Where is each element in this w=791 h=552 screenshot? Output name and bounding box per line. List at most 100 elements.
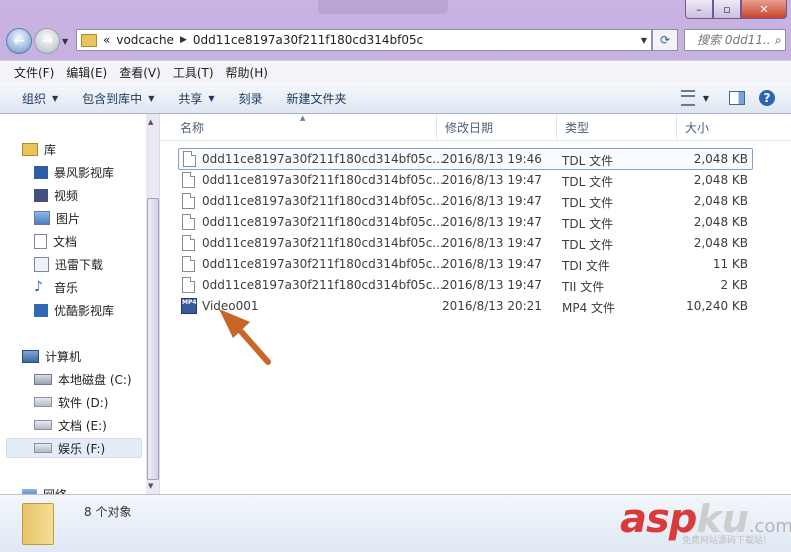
include-library-button[interactable]: 包含到库中 ▼ [70,90,166,107]
folder-icon [22,503,54,545]
window-controls: – ▫ ✕ [685,0,787,20]
file-row[interactable]: MP4 Video001 2016/8/13 20:21 MP4 文件 10,2… [178,296,751,316]
file-row[interactable]: 0dd11ce8197a30f211f180cd314bf05c... 2016… [178,275,751,295]
column-label: 名称 [180,120,205,135]
tree-label: 计算机 [45,349,82,364]
new-folder-button[interactable]: 新建文件夹 [275,90,359,107]
address-dropdown-icon[interactable]: ▼ [641,36,647,45]
tree-item-pictures[interactable]: 图片 [34,208,80,228]
dropdown-arrow-icon: ▼ [208,93,215,103]
file-icon [182,235,195,251]
minimize-button[interactable]: – [685,0,713,19]
search-input[interactable] [695,32,771,48]
maximize-button[interactable]: ▫ [713,0,741,19]
tree-item-baofeng[interactable]: 暴风影视库 [34,162,114,182]
share-button[interactable]: 共享 ▼ [166,90,226,107]
file-date: 2016/8/13 20:21 [442,299,542,313]
menu-view[interactable]: 查看(V) [113,64,167,81]
scroll-up-icon[interactable]: ▲ [148,118,153,126]
folder-icon [81,33,97,47]
tree-item-youku[interactable]: 优酷影视库 [34,300,114,320]
file-date: 2016/8/13 19:47 [442,278,542,292]
tree-item-xunlei[interactable]: 迅雷下载 [34,254,103,274]
organize-button[interactable]: 组织 ▼ [0,90,70,107]
tree-drive-d[interactable]: 软件 (D:) [34,392,108,412]
close-button[interactable]: ✕ [741,0,787,19]
file-type: TDI 文件 [562,259,610,273]
tree-label: 文档 [53,234,78,249]
tree-item-documents[interactable]: 文档 [34,231,77,251]
explorer-window: – ▫ ✕ ← → ▼ « vodcache ▶ 0dd11ce8197a30f… [0,0,791,552]
scrollbar-thumb[interactable] [147,198,159,480]
breadcrumb-overflow[interactable]: « [103,33,110,47]
tree-network[interactable]: 网络 [22,484,67,494]
file-size: 2,048 KB [693,152,748,166]
file-size: 2 KB [720,278,748,292]
file-date: 2016/8/13 19:47 [442,215,542,229]
video-icon [34,188,48,202]
back-button[interactable]: ← [6,28,32,54]
video-library-icon [34,165,48,179]
refresh-button[interactable]: ⟳ [652,29,678,51]
title-bar [318,0,448,14]
tree-label: 软件 (D:) [58,395,109,410]
library-icon [22,142,38,156]
file-name: 0dd11ce8197a30f211f180cd314bf05c... [202,215,444,229]
file-icon [182,172,195,188]
file-row[interactable]: 0dd11ce8197a30f211f180cd314bf05c... 2016… [178,148,753,170]
file-type: MP4 文件 [562,301,616,315]
breadcrumb-current[interactable]: 0dd11ce8197a30f211f180cd314bf05c [193,33,423,47]
tree-item-videos[interactable]: 视频 [34,185,78,205]
search-box[interactable]: ⌕ [684,29,786,51]
include-library-label: 包含到库中 [82,91,143,106]
file-row[interactable]: 0dd11ce8197a30f211f180cd314bf05c... 2016… [178,233,751,253]
file-name: 0dd11ce8197a30f211f180cd314bf05c... [202,152,444,166]
file-name: 0dd11ce8197a30f211f180cd314bf05c... [202,173,444,187]
tree-label: 文档 (E:) [58,418,107,433]
mp4-video-icon: MP4 [181,298,197,314]
menu-help[interactable]: 帮助(H) [220,64,274,81]
views-dropdown-icon[interactable]: ▼ [703,94,709,103]
tree-drive-c[interactable]: 本地磁盘 (C:) [34,369,132,389]
tree-label: 本地磁盘 (C:) [58,372,132,387]
file-row[interactable]: 0dd11ce8197a30f211f180cd314bf05c... 2016… [178,170,751,190]
file-type: TDL 文件 [562,154,614,168]
column-size[interactable]: 大小 [677,114,757,140]
menu-file[interactable]: 文件(F) [0,64,60,81]
file-size: 2,048 KB [693,236,748,250]
tree-computer[interactable]: 计算机 [22,346,81,366]
column-type[interactable]: 类型 [557,114,677,140]
menu-tools[interactable]: 工具(T) [167,64,220,81]
folder-tree: 库 暴风影视库 视频 图片 文档 迅雷下载 ♪ 音乐 优酷影视库 计算机 本地磁… [0,114,146,494]
refresh-icon: ⟳ [659,33,671,47]
preview-pane-icon[interactable] [729,91,745,105]
computer-icon [22,349,39,363]
back-arrow-icon: ← [13,33,25,49]
scroll-down-icon[interactable]: ▼ [148,482,153,490]
breadcrumb-vodcache[interactable]: vodcache [116,33,174,47]
forward-button[interactable]: → [34,28,60,54]
menu-edit[interactable]: 编辑(E) [60,64,113,81]
file-row[interactable]: 0dd11ce8197a30f211f180cd314bf05c... 2016… [178,254,751,274]
tree-label: 迅雷下载 [55,257,104,272]
tree-library[interactable]: 库 [22,139,56,159]
recent-pages-dropdown[interactable]: ▼ [62,37,68,46]
tree-label: 网络 [43,486,67,495]
column-date[interactable]: 修改日期 [437,114,557,140]
burn-button[interactable]: 刻录 [227,90,275,107]
file-size: 2,048 KB [693,194,748,208]
address-bar[interactable]: « vodcache ▶ 0dd11ce8197a30f211f180cd314… [76,29,652,51]
search-icon[interactable]: ⌕ [775,33,782,48]
tree-drive-f[interactable]: 娱乐 (F:) [6,438,142,458]
column-name[interactable]: 名称 [172,114,437,140]
breadcrumb-separator-icon[interactable]: ▶ [180,35,187,45]
file-row[interactable]: 0dd11ce8197a30f211f180cd314bf05c... 2016… [178,212,751,232]
music-icon: ♪ [34,279,43,295]
tree-item-music[interactable]: ♪ 音乐 [34,277,78,297]
help-icon[interactable]: ? [759,90,775,106]
views-icon[interactable] [680,90,695,106]
nav-scrollbar[interactable]: ▲ ▼ [146,114,159,494]
file-name: 0dd11ce8197a30f211f180cd314bf05c... [202,278,444,292]
file-row[interactable]: 0dd11ce8197a30f211f180cd314bf05c... 2016… [178,191,751,211]
tree-drive-e[interactable]: 文档 (E:) [34,415,107,435]
